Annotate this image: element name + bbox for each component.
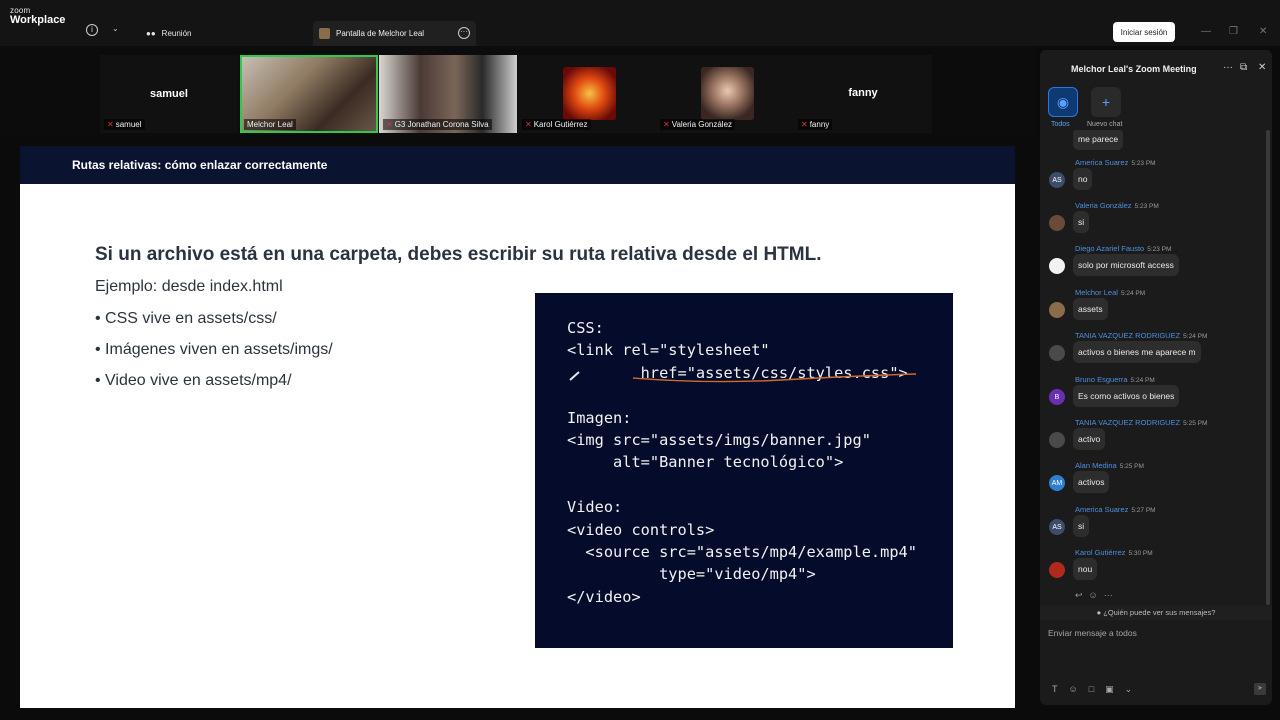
annotation-underline xyxy=(632,373,917,383)
zoom-window: { "app": { "logo_line1": "zoom", "logo_l… xyxy=(0,0,1280,720)
participant-tile[interactable]: Melchor Leal xyxy=(240,55,378,133)
send-button[interactable]: ➤ xyxy=(1254,683,1266,695)
chat-message: AS America Suarez 5:27 PM si xyxy=(1040,505,1272,545)
maximize-icon[interactable]: ❐ xyxy=(1229,26,1238,37)
participant-tile[interactable]: ✕ Karol Gutiérrez xyxy=(518,55,656,133)
slide-bullet: • CSS vive en assets/css/ xyxy=(95,310,277,327)
slide-header-title: Rutas relativas: cómo enlazar correctame… xyxy=(72,158,328,172)
chat-message: AS America Suarez 5:23 PM no xyxy=(1040,158,1272,198)
meeting-info-icon[interactable]: i xyxy=(86,24,98,36)
chat-message-list[interactable]: me parece AS America Suarez 5:23 PM no Va… xyxy=(1040,130,1272,600)
screenshot-icon[interactable]: ▣ xyxy=(1105,684,1114,695)
slide-header: Rutas relativas: cómo enlazar correctame… xyxy=(20,146,1015,184)
chat-message: TANIA VAZQUEZ RODRIGUEZ 5:24 PM activos o… xyxy=(1040,331,1272,371)
participant-tile[interactable]: ✕ Valeria González xyxy=(656,55,794,133)
people-icon: ●● xyxy=(146,28,156,38)
new-chat-button[interactable]: + xyxy=(1091,87,1121,117)
slide-title: Si un archivo está en una carpeta, debes… xyxy=(95,244,822,265)
tab-screen-share[interactable]: Pantalla de Melchor Leal ··· xyxy=(313,21,476,46)
participant-tile[interactable]: ✕ G3 Jonathan Corona Silva xyxy=(379,55,517,133)
tab-meeting[interactable]: ●● Reunión xyxy=(146,24,191,42)
avatar: AS xyxy=(1049,172,1065,188)
avatar xyxy=(319,28,330,39)
participant-tile[interactable]: samuel ✕ samuel xyxy=(100,55,238,133)
chat-message: Karol Gutiérrez 5:30 PM nou xyxy=(1040,548,1272,588)
minimize-icon[interactable]: — xyxy=(1201,26,1211,37)
slide-example: Ejemplo: desde index.html xyxy=(95,278,283,295)
who-can-see-link[interactable]: ● ¿Quién puede ver sus mensajes? xyxy=(1040,606,1272,620)
emoji-reaction-icon[interactable]: ☺ xyxy=(1089,590,1098,601)
zoom-logo: zoom Workplace xyxy=(10,6,66,26)
code-block: CSS: <link rel="stylesheet" href="assets… xyxy=(535,293,953,648)
more-options-icon[interactable]: ··· xyxy=(458,27,470,39)
close-icon[interactable]: ✕ xyxy=(1258,62,1266,73)
mic-off-icon: ✕ xyxy=(525,120,532,129)
chat-message: AM Alan Medina 5:25 PM activos xyxy=(1040,461,1272,501)
more-options-icon[interactable]: ··· xyxy=(1104,590,1113,601)
participant-tile[interactable]: fanny ✕ fanny xyxy=(794,55,932,133)
more-options-icon[interactable]: ··· xyxy=(1223,62,1233,73)
mic-off-icon: ✕ xyxy=(386,120,393,129)
avatar: AS xyxy=(1049,519,1065,535)
chevron-down-icon[interactable]: ⌄ xyxy=(1125,684,1133,695)
avatar: B xyxy=(1049,389,1065,405)
chat-message: Valeria González 5:23 PM si xyxy=(1040,201,1272,241)
mic-off-icon: ✕ xyxy=(663,120,670,129)
mic-off-icon: ✕ xyxy=(107,120,114,129)
chat-message: Melchor Leal 5:24 PM assets xyxy=(1040,288,1272,328)
message-input[interactable]: Enviar mensaje a todos xyxy=(1048,628,1137,638)
title-bar: zoom Workplace i ⌄ ●● Reunión Pantalla d… xyxy=(0,0,1280,46)
people-icon: ◉ xyxy=(1056,93,1070,110)
avatar xyxy=(1049,215,1065,231)
people-icon: ● xyxy=(1096,608,1102,617)
chat-message: B Bruno Esguerra 5:24 PM Es como activos … xyxy=(1040,375,1272,415)
avatar xyxy=(701,67,754,120)
avatar xyxy=(1049,562,1065,578)
emoji-icon[interactable]: ☺ xyxy=(1069,684,1078,695)
avatar xyxy=(1049,258,1065,274)
avatar xyxy=(563,67,616,120)
participants-strip: samuel ✕ samuel Melchor Leal ✕ G3 Jonathan… xyxy=(0,46,1035,136)
chat-title: Melchor Leal's Zoom Meeting xyxy=(1071,64,1197,74)
compose-toolbar: T ☺ □ ▣ ⌄ xyxy=(1052,684,1132,695)
chat-scrollbar[interactable] xyxy=(1266,130,1270,605)
mic-off-icon: ✕ xyxy=(801,120,808,129)
avatar: AM xyxy=(1049,475,1065,491)
annotation-stroke xyxy=(569,371,580,381)
reply-icon[interactable]: ↩ xyxy=(1075,590,1083,601)
message-actions: ↩ ☺ ··· xyxy=(1075,590,1113,601)
chevron-down-icon[interactable]: ⌄ xyxy=(112,24,119,33)
avatar xyxy=(1049,302,1065,318)
new-chat-label: Nuevo chat xyxy=(1087,121,1123,128)
slide-bullet: • Video vive en assets/mp4/ xyxy=(95,372,292,389)
text-format-icon[interactable]: T xyxy=(1052,684,1058,695)
shared-slide: Si un archivo está en una carpeta, debes… xyxy=(20,184,1015,708)
avatar xyxy=(1049,345,1065,361)
chat-message: me parece xyxy=(1040,130,1272,158)
tab-all-label: Todos xyxy=(1051,121,1070,128)
avatar xyxy=(1049,432,1065,448)
code-text: CSS: <link rel="stylesheet" href="assets… xyxy=(567,319,917,606)
slide-bullet: • Imágenes viven en assets/imgs/ xyxy=(95,341,333,358)
chat-message: TANIA VAZQUEZ RODRIGUEZ 5:25 PM activo xyxy=(1040,418,1272,458)
popout-icon[interactable]: ⧉ xyxy=(1240,62,1247,73)
file-icon[interactable]: □ xyxy=(1089,684,1094,695)
tab-all-chat[interactable]: ◉ xyxy=(1048,87,1078,117)
sign-in-button[interactable]: Iniciar sesión xyxy=(1113,22,1175,42)
chat-message: Diego Azariel Fausto 5:23 PM solo por mic… xyxy=(1040,244,1272,284)
close-icon[interactable]: ✕ xyxy=(1259,26,1267,37)
plus-icon: + xyxy=(1101,94,1111,110)
